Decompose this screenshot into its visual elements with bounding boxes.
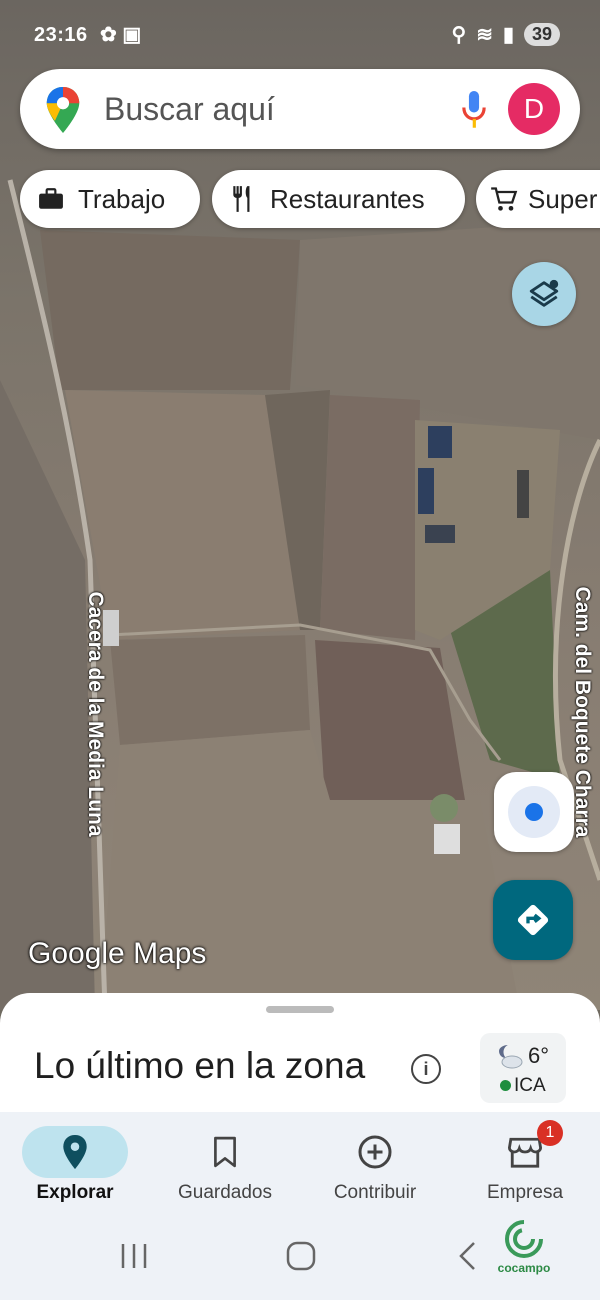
notification-badge: 1 (537, 1120, 563, 1146)
info-icon[interactable]: i (411, 1054, 441, 1084)
status-right: ⚲ ≋ ▮ 39 (452, 22, 560, 47)
bookmark-icon (172, 1126, 278, 1178)
nav-label: Contribuir (333, 1182, 417, 1203)
google-maps-logo-icon (46, 87, 80, 133)
google-maps-watermark: Google Maps (28, 937, 207, 970)
notification-icons: ✿ ▣ (100, 24, 142, 46)
map-layers-button[interactable] (512, 262, 576, 326)
home-icon[interactable] (285, 1240, 317, 1272)
cocampo-label: cocampo (497, 1261, 551, 1275)
nav-label: Empresa (486, 1182, 564, 1203)
nav-label: Guardados (177, 1182, 272, 1203)
signal-icon: ▮ (502, 24, 514, 46)
road-label-left: Cacera de la Media Luna (84, 591, 107, 837)
microphone-icon[interactable] (460, 91, 488, 129)
cart-icon (490, 186, 518, 212)
wifi-icon: ≋ (476, 24, 493, 46)
bottom-sheet[interactable]: Lo último en la zona i 6° ICA (0, 993, 600, 1118)
category-chips: Trabajo Restaurantes Super (20, 170, 600, 230)
search-bar[interactable]: Buscar aquí D (20, 69, 580, 149)
nav-contribuir[interactable]: Contribuir (300, 1112, 450, 1222)
sheet-title: Lo último en la zona (34, 1045, 366, 1086)
briefcase-icon (34, 188, 68, 210)
weather-widget[interactable]: 6° ICA (480, 1033, 566, 1103)
cocampo-icon (505, 1220, 543, 1258)
air-quality-dot (500, 1080, 511, 1091)
status-bar: 23:16 ✿ ▣ ⚲ ≋ ▮ 39 (0, 0, 600, 70)
directions-icon (517, 904, 549, 936)
status-time: 23:16 (34, 24, 88, 46)
map-imagery (0, 179, 600, 1010)
back-icon[interactable] (456, 1240, 480, 1272)
air-quality-label: ICA (514, 1075, 546, 1096)
moon-cloud-icon (499, 1045, 523, 1069)
chip-super[interactable]: Super (476, 170, 600, 228)
avatar[interactable]: D (508, 83, 560, 135)
location-icon (508, 786, 560, 838)
cocampo-logo: cocampo (494, 1218, 554, 1275)
search-input[interactable]: Buscar aquí (104, 91, 275, 128)
recent-apps-icon[interactable] (120, 1240, 148, 1272)
chip-label: Trabajo (78, 183, 166, 214)
pin-icon (22, 1126, 128, 1178)
satellite-map[interactable]: Cacera de la Media Luna Cam. del Boquete… (0, 0, 600, 1010)
chip-label: Restaurantes (270, 183, 425, 214)
chip-trabajo[interactable]: Trabajo (20, 170, 200, 228)
location-status-icon: ⚲ (451, 24, 467, 46)
nav-empresa[interactable]: 1 Empresa (450, 1112, 600, 1222)
chip-restaurantes[interactable]: Restaurantes (212, 170, 465, 228)
sheet-drag-handle[interactable] (266, 1006, 334, 1013)
plus-circle-icon (322, 1126, 428, 1178)
chip-label: Super (528, 183, 598, 214)
bottom-navigation: Explorar Guardados Contribuir 1 Empresa (0, 1112, 600, 1222)
nav-label: Explorar (36, 1182, 114, 1203)
directions-button[interactable] (493, 880, 573, 960)
layers-icon (529, 279, 559, 307)
nav-explorar[interactable]: Explorar (0, 1112, 150, 1222)
weather-temperature: 6° (528, 1043, 550, 1068)
fork-knife-icon (226, 185, 260, 213)
nav-guardados[interactable]: Guardados (150, 1112, 300, 1222)
my-location-button[interactable] (494, 772, 574, 852)
battery-indicator: 39 (523, 23, 560, 46)
